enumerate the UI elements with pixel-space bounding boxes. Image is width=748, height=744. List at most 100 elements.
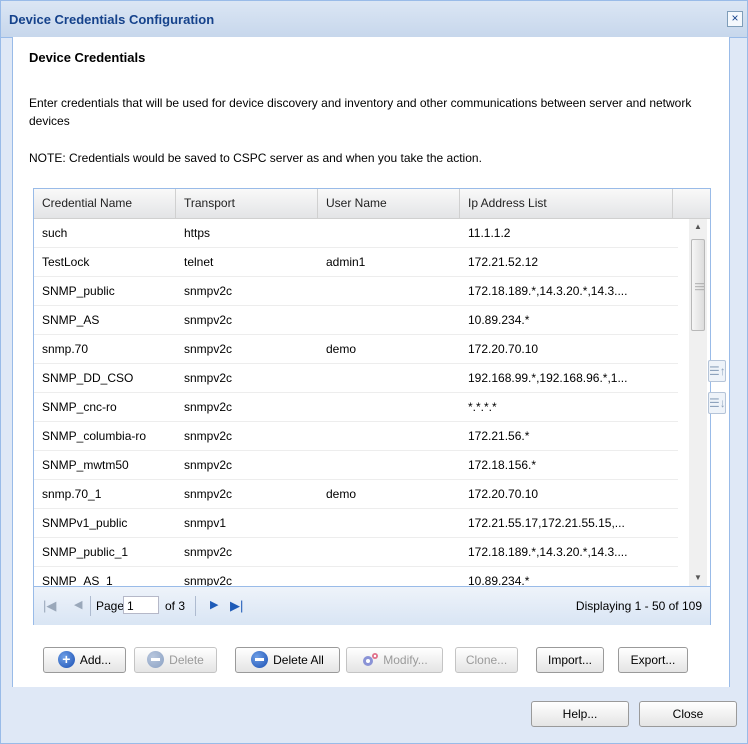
table-row[interactable]: SNMP_cnc-ro snmpv2c *.*.*.* bbox=[34, 393, 678, 422]
cell-credential-name: SNMP_DD_CSO bbox=[42, 371, 134, 385]
credentials-dialog: Device Credentials Configuration × Devic… bbox=[0, 0, 748, 744]
column-header-transport[interactable]: Transport bbox=[176, 189, 318, 218]
table-row[interactable]: SNMP_public snmpv2c 172.18.189.*,14.3.20.*… bbox=[34, 277, 678, 306]
dialog-title: Device Credentials Configuration bbox=[9, 12, 215, 27]
cell-transport: snmpv2c bbox=[184, 429, 233, 443]
export-button[interactable]: Export... bbox=[618, 647, 688, 673]
cell-ip-address-list: 172.18.189.*,14.3.20.*,14.3.... bbox=[468, 284, 628, 298]
plus-icon: + bbox=[57, 651, 75, 669]
page-count-label: of 3 bbox=[165, 599, 186, 613]
minus-icon bbox=[147, 651, 165, 669]
cell-user-name bbox=[318, 277, 460, 305]
scroll-down-arrow-icon[interactable]: ▼ bbox=[689, 570, 707, 586]
close-button[interactable]: Close bbox=[639, 701, 737, 727]
clone-button[interactable]: Clone... bbox=[455, 647, 518, 673]
move-to-bottom-icon[interactable]: ☰↓ bbox=[708, 392, 726, 414]
cell-ip-address-list: 10.89.234.* bbox=[468, 313, 530, 327]
cell-transport: snmpv2c bbox=[184, 342, 233, 356]
table-row[interactable]: SNMP_DD_CSO snmpv2c 192.168.99.*,192.168.9… bbox=[34, 364, 678, 393]
clone-button-label: Clone... bbox=[465, 653, 508, 667]
cell-user-name: demo bbox=[326, 342, 357, 356]
credentials-grid: Credential Name Transport User Name Ip A… bbox=[33, 188, 711, 625]
cell-transport: snmpv2c bbox=[184, 574, 233, 586]
cell-ip-address-list: 172.21.55.17,172.21.55.15,... bbox=[468, 516, 625, 530]
scrollbar-thumb[interactable]: — — — bbox=[691, 239, 705, 331]
cell-user-name bbox=[318, 567, 460, 586]
column-header-credential-name[interactable]: Credential Name bbox=[34, 189, 176, 218]
table-row[interactable]: SNMP_mwtm50 snmpv2c 172.18.156.* bbox=[34, 451, 678, 480]
cell-credential-name: such bbox=[42, 226, 68, 240]
add-button[interactable]: + Add... bbox=[43, 647, 126, 673]
vertical-scrollbar[interactable]: ▲ — — — ▼ bbox=[689, 219, 707, 586]
cell-user-name bbox=[318, 364, 460, 392]
display-count: Displaying 1 - 50 of 109 bbox=[575, 599, 702, 613]
scroll-up-arrow-icon[interactable]: ▲ bbox=[689, 219, 707, 235]
title-bar[interactable]: Device Credentials Configuration × bbox=[1, 1, 747, 38]
cell-ip-address-list: 11.1.1.2 bbox=[468, 226, 511, 240]
export-button-label: Export... bbox=[630, 653, 676, 667]
cell-ip-address-list: *.*.*.* bbox=[468, 400, 497, 414]
cell-transport: snmpv2c bbox=[184, 487, 233, 501]
first-page-icon[interactable]: |◀ bbox=[43, 598, 56, 614]
cell-ip-address-list: 172.18.156.* bbox=[468, 458, 537, 472]
import-button-label: Import... bbox=[547, 653, 592, 667]
column-header-ip-address-list[interactable]: Ip Address List bbox=[460, 189, 673, 218]
cell-transport: https bbox=[184, 226, 211, 240]
minus-icon bbox=[251, 651, 269, 669]
delete-all-button[interactable]: Delete All bbox=[235, 647, 340, 673]
cell-transport: snmpv2c bbox=[184, 400, 233, 414]
page-label: Page bbox=[96, 599, 125, 613]
cell-transport: snmpv1 bbox=[184, 516, 227, 530]
table-row[interactable]: snmp.70 snmpv2c demo 172.20.70.10 bbox=[34, 335, 678, 364]
move-to-top-icon[interactable]: ☰↑ bbox=[708, 360, 726, 382]
cell-credential-name: SNMP_columbia-ro bbox=[42, 429, 147, 443]
cell-credential-name: snmp.70_1 bbox=[42, 487, 102, 501]
help-button[interactable]: Help... bbox=[531, 701, 629, 727]
table-row[interactable]: SNMP_AS_1 snmpv2c 10.89.234.* bbox=[34, 567, 678, 586]
cell-user-name bbox=[318, 451, 460, 479]
cell-credential-name: TestLock bbox=[42, 255, 90, 269]
table-row[interactable]: SNMP_AS snmpv2c 10.89.234.* bbox=[34, 306, 678, 335]
table-row[interactable]: SNMP_columbia-ro snmpv2c 172.21.56.* bbox=[34, 422, 678, 451]
cell-user-name bbox=[318, 509, 460, 537]
cell-user-name bbox=[318, 219, 460, 247]
pager-separator bbox=[90, 596, 91, 616]
cell-user-name bbox=[318, 306, 460, 334]
paging-toolbar: |◀ ◀ Page 1 of 3 ▶ ▶| Displaying 1 - 50 … bbox=[34, 586, 710, 625]
modify-button[interactable]: Modify... bbox=[346, 647, 443, 673]
cell-ip-address-list: 172.21.56.* bbox=[468, 429, 530, 443]
cell-credential-name: SNMP_public bbox=[42, 284, 115, 298]
cell-transport: snmpv2c bbox=[184, 371, 233, 385]
prev-page-icon[interactable]: ◀ bbox=[74, 598, 82, 611]
table-row[interactable]: snmp.70_1 snmpv2c demo 172.20.70.10 bbox=[34, 480, 678, 509]
import-button[interactable]: Import... bbox=[536, 647, 604, 673]
cell-transport: snmpv2c bbox=[184, 545, 233, 559]
section-title: Device Credentials bbox=[29, 50, 146, 65]
section-description: Enter credentials that will be used for … bbox=[29, 96, 692, 128]
content-panel: Device Credentials Enter credentials tha… bbox=[12, 37, 730, 687]
cell-user-name: admin1 bbox=[326, 255, 366, 269]
cell-credential-name: SNMP_AS_1 bbox=[42, 574, 113, 586]
delete-button[interactable]: Delete bbox=[134, 647, 217, 673]
cell-user-name: demo bbox=[326, 487, 357, 501]
last-page-icon[interactable]: ▶| bbox=[230, 598, 243, 614]
delete-button-label: Delete bbox=[169, 653, 204, 667]
pager-separator bbox=[195, 596, 196, 616]
cell-credential-name: SNMP_cnc-ro bbox=[42, 400, 117, 414]
save-note: NOTE: Credentials would be saved to CSPC… bbox=[29, 151, 482, 165]
table-row[interactable]: TestLock telnet admin1 172.21.52.12 bbox=[34, 248, 678, 277]
grip-icon: — — — bbox=[695, 278, 704, 294]
table-row[interactable]: such https 11.1.1.2 bbox=[34, 219, 678, 248]
next-page-icon[interactable]: ▶ bbox=[210, 598, 218, 611]
cell-credential-name: SNMP_AS bbox=[42, 313, 100, 327]
column-header-user-name[interactable]: User Name bbox=[318, 189, 460, 218]
modify-gear-icon bbox=[363, 652, 379, 666]
table-row[interactable]: SNMPv1_public snmpv1 172.21.55.17,172.21.5… bbox=[34, 509, 678, 538]
cell-credential-name: SNMP_mwtm50 bbox=[42, 458, 129, 472]
close-button-label: Close bbox=[672, 707, 704, 721]
page-number-input[interactable]: 1 bbox=[123, 596, 159, 614]
table-row[interactable]: SNMP_public_1 snmpv2c 172.18.189.*,14.3.20… bbox=[34, 538, 678, 567]
close-icon[interactable]: × bbox=[727, 11, 743, 27]
cell-ip-address-list: 172.20.70.10 bbox=[468, 342, 539, 356]
cell-transport: snmpv2c bbox=[184, 458, 233, 472]
